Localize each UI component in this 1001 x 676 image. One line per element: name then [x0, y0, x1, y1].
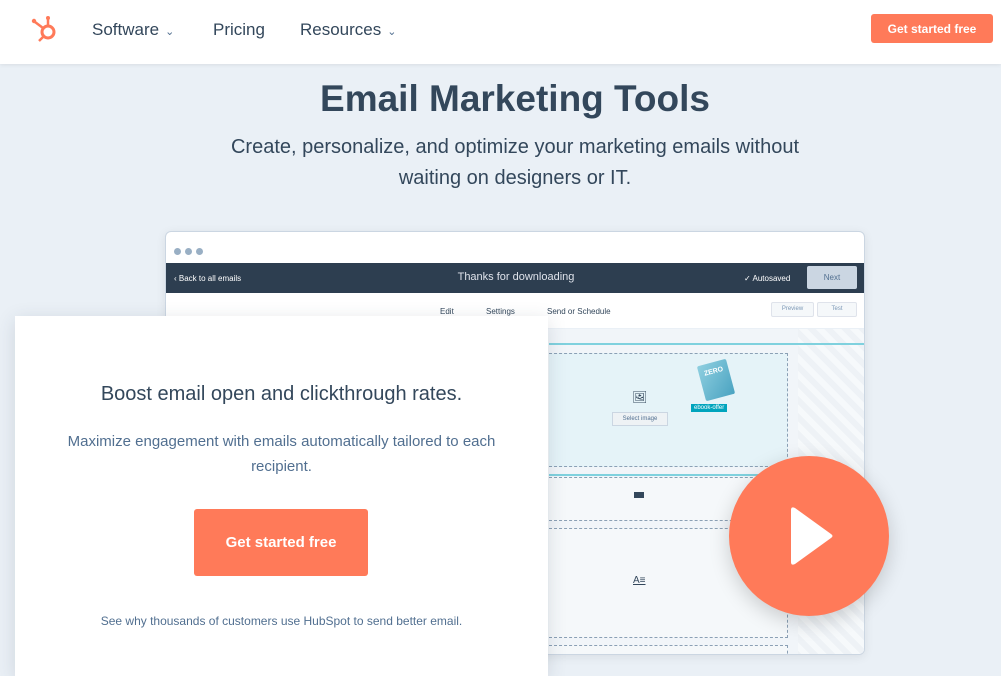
get-started-button[interactable]: Get started free — [194, 509, 368, 576]
page-title: Email Marketing Tools — [320, 78, 710, 119]
chevron-down-icon: ⌄ — [165, 26, 175, 38]
preview-button: Preview — [771, 302, 814, 317]
text-module-icon: A≡ — [633, 575, 646, 586]
window-dots — [174, 242, 207, 260]
image-icon: 🖼 — [632, 390, 648, 404]
tab-send: Send or Schedule — [547, 307, 611, 316]
feature-card: Boost email open and clickthrough rates.… — [15, 316, 548, 676]
card-body: Maximize engagement with emails automati… — [67, 433, 496, 475]
button-module-icon — [634, 492, 644, 498]
top-nav: Software ⌄ Pricing Resources ⌄ Get started… — [0, 0, 1001, 64]
selection-line — [549, 343, 864, 345]
autosaved-status: ✓ Autosaved — [744, 274, 791, 283]
hubspot-logo[interactable] — [30, 14, 60, 44]
ebook-image: ZERO — [696, 358, 736, 402]
chevron-down-icon: ⌄ — [387, 26, 397, 38]
editor-header: ‹ Back to all emails Thanks for download… — [166, 263, 864, 293]
module — [549, 645, 788, 654]
nav-label: Software — [92, 20, 160, 39]
tab-settings: Settings — [486, 307, 515, 316]
next-button: Next — [807, 266, 857, 289]
nav-software[interactable]: Software ⌄ — [92, 20, 174, 40]
play-video-button[interactable] — [729, 456, 889, 616]
test-button: Test — [817, 302, 857, 317]
card-heading: Boost email open and clickthrough rates. — [100, 383, 463, 405]
nav-resources[interactable]: Resources ⌄ — [300, 20, 396, 40]
tab-edit: Edit — [440, 307, 454, 316]
nav-label: Pricing — [213, 20, 265, 39]
get-started-button-nav[interactable]: Get started free — [871, 14, 993, 43]
selection-line — [549, 474, 788, 476]
card-footer-link[interactable]: See why thousands of customers use HubSp… — [15, 614, 548, 628]
page-subtitle: Create, personalize, and optimize your m… — [230, 136, 800, 189]
select-image-button: Select image — [612, 412, 668, 426]
nav-pricing[interactable]: Pricing — [213, 20, 265, 40]
nav-label: Resources — [300, 20, 382, 39]
ebook-tag: ebook-offer — [691, 404, 728, 412]
image-module: 🖼 Select image ZERO ebook-offer — [549, 353, 788, 467]
play-icon — [791, 507, 833, 565]
